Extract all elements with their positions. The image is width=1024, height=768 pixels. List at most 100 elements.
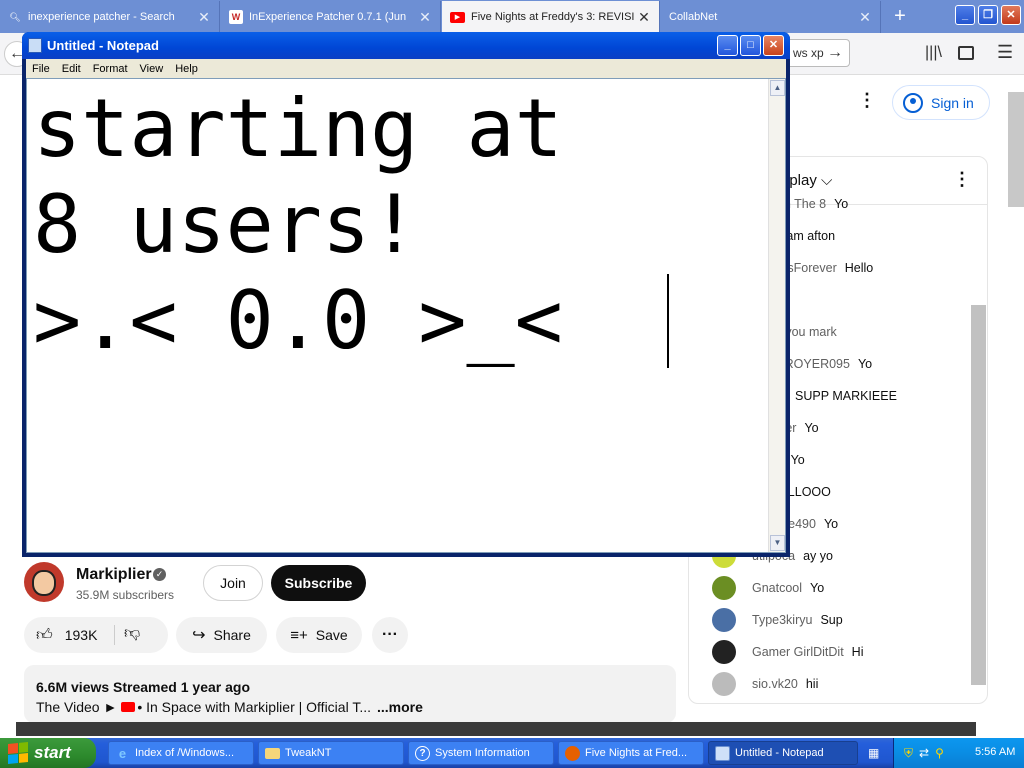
- menu-help[interactable]: Help: [169, 63, 204, 75]
- description-link[interactable]: • In Space with Markiplier | Official T.…: [137, 699, 371, 715]
- chat-text: hii: [805, 677, 819, 691]
- join-button[interactable]: Join: [203, 565, 263, 601]
- chat-text: ay yo: [803, 549, 833, 563]
- menu-file[interactable]: File: [26, 63, 56, 75]
- close-tab-icon[interactable]: ✕: [858, 9, 872, 26]
- chat-message: Gnatcool Yo: [712, 576, 824, 600]
- taskbar-item-label: System Information: [435, 747, 530, 759]
- more-actions-button[interactable]: ···: [372, 617, 408, 653]
- like-button[interactable]: 👍︎ 193K: [24, 617, 114, 653]
- subscribe-button[interactable]: Subscribe: [271, 565, 366, 601]
- start-button[interactable]: start: [0, 738, 96, 768]
- clock[interactable]: 5:56 AM: [975, 746, 1015, 758]
- security-shield-icon[interactable]: ⛨: [904, 746, 913, 761]
- chat-message: Gamer GirlDitDit Hi: [712, 640, 863, 664]
- notepad-minimize-button[interactable]: _: [717, 35, 738, 56]
- new-tab-button[interactable]: +: [886, 3, 914, 29]
- chat-text: Yo: [823, 517, 839, 531]
- scroll-down-icon[interactable]: ▼: [770, 535, 785, 551]
- sign-in-label: Sign in: [931, 94, 974, 111]
- folder-icon: [265, 747, 280, 759]
- chat-message: Type3kiryu Sup: [712, 608, 843, 632]
- video-description[interactable]: 6.6M views Streamed 1 year ago The Video…: [24, 665, 676, 723]
- page-scrollbar-thumb[interactable]: [1008, 92, 1024, 207]
- menu-edit[interactable]: Edit: [56, 63, 87, 75]
- notepad-icon: [28, 38, 42, 53]
- chat-text: Sup: [820, 613, 843, 627]
- go-arrow-icon[interactable]: →: [827, 44, 843, 62]
- thumbs-down-icon[interactable]: 👎︎: [124, 624, 140, 643]
- chat-author[interactable]: Gnatcool: [752, 581, 802, 595]
- keyboard-icon[interactable]: ▦: [868, 746, 879, 760]
- notepad-menu-bar: File Edit Format View Help: [26, 59, 786, 78]
- account-icon: [903, 92, 923, 113]
- subscriber-count: 35.9M subscribers: [76, 588, 175, 602]
- notepad-scrollbar[interactable]: ▲ ▼: [768, 79, 785, 552]
- avatar[interactable]: [712, 672, 736, 696]
- library-icon[interactable]: |||\: [925, 44, 942, 62]
- notepad-close-button[interactable]: ✕: [763, 35, 784, 56]
- chat-text: Yo: [790, 453, 805, 467]
- avatar[interactable]: [712, 576, 736, 600]
- browser-tab-strip: 🔍︎ inexperience patcher - Search ✕ W InE…: [0, 0, 1024, 33]
- chat-options-icon[interactable]: ⋮: [953, 169, 971, 190]
- taskbar-item-label: Index of /Windows...: [135, 747, 235, 759]
- tab-search[interactable]: 🔍︎ inexperience patcher - Search ✕: [0, 1, 220, 33]
- sidebar-icon[interactable]: [958, 46, 974, 60]
- menu-format[interactable]: Format: [87, 63, 134, 75]
- description-text: The Video ►: [36, 699, 118, 715]
- tab-collabnet[interactable]: CollabNet ✕: [661, 1, 881, 33]
- chat-text: Yo: [804, 421, 819, 435]
- avatar[interactable]: [712, 608, 736, 632]
- share-icon: ↪: [192, 627, 206, 644]
- wordpress-icon: W: [229, 10, 243, 24]
- menu-icon[interactable]: ☰: [997, 42, 1013, 63]
- search-icon: 🔍︎: [9, 11, 21, 22]
- chat-author[interactable]: Gamer GirlDitDit: [752, 645, 844, 659]
- chat-author[interactable]: Type3kiryu: [752, 613, 812, 627]
- restore-button[interactable]: ❐: [978, 5, 998, 25]
- taskbar-item-notepad[interactable]: Untitled - Notepad: [708, 741, 858, 765]
- notepad-client: File Edit Format View Help starting at 8…: [26, 59, 786, 553]
- notepad-icon: [715, 745, 730, 761]
- sign-in-button[interactable]: Sign in: [892, 85, 990, 120]
- channel-name[interactable]: Markiplier: [76, 566, 152, 584]
- close-window-button[interactable]: ✕: [1001, 5, 1021, 25]
- scroll-up-icon[interactable]: ▲: [770, 80, 785, 96]
- taskbar-item-label: Five Nights at Fred...: [585, 747, 688, 759]
- show-more-link[interactable]: ...more: [377, 699, 423, 715]
- taskbar: start e Index of /Windows... TweakNT ? S…: [0, 738, 1024, 768]
- channel-avatar[interactable]: [24, 562, 64, 602]
- chat-scrollbar-thumb[interactable]: [971, 305, 986, 685]
- tab-label: inexperience patcher - Search: [28, 11, 175, 23]
- taskbar-item-label: Untitled - Notepad: [735, 747, 824, 759]
- like-dislike-bar: 👍︎ 193K 👎︎: [24, 617, 168, 653]
- description-line: The Video ► • In Space with Markiplier | …: [36, 699, 423, 715]
- more-options-icon[interactable]: ⋮: [858, 90, 876, 111]
- close-tab-icon[interactable]: ✕: [197, 9, 211, 26]
- playlist-add-icon: ≡+: [290, 626, 308, 644]
- avatar[interactable]: [712, 640, 736, 664]
- network-icon[interactable]: ⇄: [919, 746, 929, 760]
- notepad-title-bar[interactable]: Untitled - Notepad _ □ ✕: [22, 32, 790, 59]
- taskbar-item-firefox[interactable]: Five Nights at Fred...: [558, 741, 704, 765]
- minimize-button[interactable]: _: [955, 5, 975, 25]
- taskbar-item-system-information[interactable]: ? System Information: [408, 741, 554, 765]
- horizontal-scrollbar-thumb[interactable]: [16, 722, 976, 736]
- url-bar-suggestion[interactable]: ws xp →: [786, 39, 850, 67]
- share-button[interactable]: ↪ Share: [176, 617, 267, 653]
- chat-author[interactable]: sio.vk20: [752, 677, 798, 691]
- close-tab-icon[interactable]: ✕: [418, 9, 432, 26]
- taskbar-item-label: TweakNT: [285, 747, 332, 759]
- close-tab-icon[interactable]: ✕: [637, 9, 651, 26]
- notepad-maximize-button[interactable]: □: [740, 35, 761, 56]
- tab-fnaf3-youtube[interactable]: ▶ Five Nights at Freddy's 3: REVISI ✕: [442, 1, 660, 33]
- youtube-icon: ▶: [450, 11, 465, 23]
- tab-inexperience-patcher[interactable]: W InExperience Patcher 0.7.1 (Jun ✕: [221, 1, 441, 33]
- search-icon[interactable]: ⚲: [935, 746, 944, 760]
- menu-view[interactable]: View: [134, 63, 170, 75]
- taskbar-item-ie[interactable]: e Index of /Windows...: [108, 741, 254, 765]
- taskbar-item-tweaknt[interactable]: TweakNT: [258, 741, 404, 765]
- save-button[interactable]: ≡+ Save: [276, 617, 362, 653]
- notepad-text-area[interactable]: starting at 8 users! >.< 0.0 >_< ▲ ▼: [26, 78, 786, 553]
